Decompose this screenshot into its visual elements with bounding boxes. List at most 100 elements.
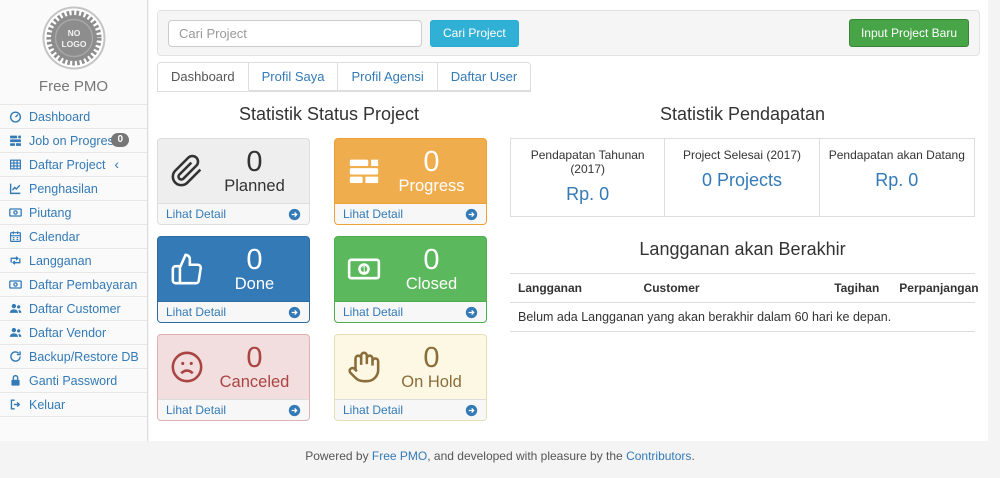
subscription-section-title: Langganan akan Berakhir <box>510 239 975 260</box>
footer-text: Powered by <box>305 449 372 463</box>
arrow-circle-right-icon[interactable] <box>288 306 301 319</box>
sidebar-item-penghasilan[interactable]: Penghasilan <box>0 177 147 201</box>
status-card-stats: 0 Canceled <box>210 343 299 392</box>
stat-pendapatan-tahunan: Pendapatan Tahunan (2017) Rp. 0 <box>511 139 665 216</box>
status-card-closed: 1 0 Closed Lihat Detail <box>334 236 487 323</box>
sidebar-item-daftar-vendor[interactable]: Daftar Vendor <box>0 321 147 345</box>
lihat-detail-link[interactable]: Lihat Detail <box>343 207 403 221</box>
tab-profil-saya[interactable]: Profil Saya <box>249 63 339 91</box>
arrow-circle-right-icon[interactable] <box>288 208 301 221</box>
new-project-button[interactable]: Input Project Baru <box>849 19 969 47</box>
status-card-label: Done <box>210 275 299 294</box>
sidebar-item-langganan[interactable]: Langganan <box>0 249 147 273</box>
sidebar-item-calendar[interactable]: Calendar <box>0 225 147 249</box>
brand-name: Free PMO <box>0 78 147 95</box>
sidebar-item-label: Job on Progress <box>29 134 120 148</box>
users-icon <box>9 326 24 339</box>
contributors-link[interactable]: Contributors <box>626 449 691 463</box>
no-logo-badge: NO LOGO <box>0 0 147 75</box>
svg-text:1: 1 <box>361 264 366 274</box>
sidebar-menu: Dashboard Job on Progress 0 Daftar Proje… <box>0 104 147 417</box>
sidebar-item-piutang[interactable]: Piutang <box>0 201 147 225</box>
income-section-title: Statistik Pendapatan <box>510 104 975 125</box>
sidebar-item-dashboard[interactable]: Dashboard <box>0 105 147 129</box>
column-header-perpanjangan: Perpanjangan <box>891 274 975 302</box>
arrow-circle-right-icon[interactable] <box>465 306 478 319</box>
tasks-icon <box>347 154 387 188</box>
main-content: Cari Project Input Project Baru Dashboar… <box>149 0 988 441</box>
status-card-label: Planned <box>210 177 299 196</box>
arrow-circle-right-icon[interactable] <box>288 404 301 417</box>
stat-value: Rp. 0 <box>824 170 970 191</box>
status-cards-grid: 0 Planned Lihat Detail <box>157 138 501 421</box>
lihat-detail-link[interactable]: Lihat Detail <box>343 305 403 319</box>
status-card-progress: 0 Progress Lihat Detail <box>334 138 487 225</box>
lihat-detail-link[interactable]: Lihat Detail <box>166 305 226 319</box>
sidebar-item-label: Daftar Vendor <box>29 326 106 340</box>
status-card-value: 0 <box>210 147 299 177</box>
stat-label: Pendapatan akan Datang <box>824 148 970 162</box>
status-card-on-hold: 0 On Hold Lihat Detail <box>334 334 487 421</box>
lihat-detail-link[interactable]: Lihat Detail <box>166 403 226 417</box>
sidebar-item-label: Keluar <box>29 398 65 412</box>
arrow-circle-right-icon[interactable] <box>465 208 478 221</box>
free-pmo-link[interactable]: Free PMO <box>372 449 427 463</box>
status-section-title: Statistik Status Project <box>157 104 501 125</box>
income-stats-table: Pendapatan Tahunan (2017) Rp. 0 Project … <box>510 138 975 217</box>
tab-dashboard[interactable]: Dashboard <box>158 63 249 91</box>
status-card-value: 0 <box>387 343 476 373</box>
count-badge: 0 <box>111 133 129 147</box>
sidebar-item-daftar-project[interactable]: Daftar Project ‹ <box>0 153 147 177</box>
income-column: Statistik Pendapatan Pendapatan Tahunan … <box>510 96 975 332</box>
tab-profil-agensi[interactable]: Profil Agensi <box>338 63 437 91</box>
tab-daftar-user[interactable]: Daftar User <box>438 63 530 91</box>
status-card-footer: Lihat Detail <box>158 203 309 224</box>
status-card-body: 0 Planned <box>158 139 309 203</box>
status-card-value: 0 <box>387 245 476 275</box>
sidebar-item-label: Penghasilan <box>29 182 98 196</box>
status-card-value: 0 <box>210 343 299 373</box>
sidebar-item-backup-restore-db[interactable]: Backup/Restore DB <box>0 345 147 369</box>
sidebar-item-daftar-customer[interactable]: Daftar Customer <box>0 297 147 321</box>
sidebar-item-daftar-pembayaran[interactable]: Daftar Pembayaran <box>0 273 147 297</box>
status-card-stats: 0 Planned <box>210 147 299 196</box>
dashboard-icon <box>9 110 24 123</box>
status-column: Statistik Status Project 0 Planned Lihat… <box>157 96 501 421</box>
column-header-langganan: Langganan <box>510 274 636 302</box>
status-card-body: 0 On Hold <box>335 335 486 399</box>
tasks-icon <box>9 134 24 147</box>
lihat-detail-link[interactable]: Lihat Detail <box>166 207 226 221</box>
status-card-footer: Lihat Detail <box>158 399 309 420</box>
status-card-stats: 0 On Hold <box>387 343 476 392</box>
free-pmo-dashboard: NO LOGO Free PMO Dashboard Job on Progre… <box>0 0 1000 478</box>
calendar-icon <box>9 230 24 243</box>
page-footer: Powered by Free PMO, and developed with … <box>0 449 1000 463</box>
lihat-detail-link[interactable]: Lihat Detail <box>343 403 403 417</box>
search-input[interactable] <box>168 20 422 47</box>
table-icon <box>9 158 24 171</box>
status-card-done: 0 Done Lihat Detail <box>157 236 310 323</box>
logo-text-line2: LOGO <box>61 39 86 49</box>
sidebar-item-keluar[interactable]: Keluar <box>0 393 147 417</box>
sign-out-icon <box>9 398 24 411</box>
stat-label: Project Selesai (2017) <box>669 148 814 162</box>
subscription-table: Langganan Customer Tagihan Perpanjangan … <box>510 273 975 332</box>
money-icon <box>9 278 24 291</box>
status-card-label: Progress <box>387 177 476 196</box>
arrow-circle-right-icon[interactable] <box>465 404 478 417</box>
sidebar-item-ganti-password[interactable]: Ganti Password <box>0 369 147 393</box>
sidebar: NO LOGO Free PMO Dashboard Job on Progre… <box>0 0 148 441</box>
retweet-icon <box>9 254 24 267</box>
refresh-icon <box>9 350 24 363</box>
status-card-body: 0 Progress <box>335 139 486 203</box>
status-card-stats: 0 Closed <box>387 245 476 294</box>
sidebar-item-job-on-progress[interactable]: Job on Progress 0 <box>0 129 147 153</box>
stat-value: 0 Projects <box>669 170 814 191</box>
status-card-stats: 0 Progress <box>387 147 476 196</box>
status-card-label: Canceled <box>210 373 299 392</box>
search-button[interactable]: Cari Project <box>430 20 519 47</box>
chevron-left-icon: ‹ <box>114 156 119 172</box>
status-card-footer: Lihat Detail <box>335 203 486 224</box>
status-card-footer: Lihat Detail <box>158 301 309 322</box>
status-card-value: 0 <box>210 245 299 275</box>
